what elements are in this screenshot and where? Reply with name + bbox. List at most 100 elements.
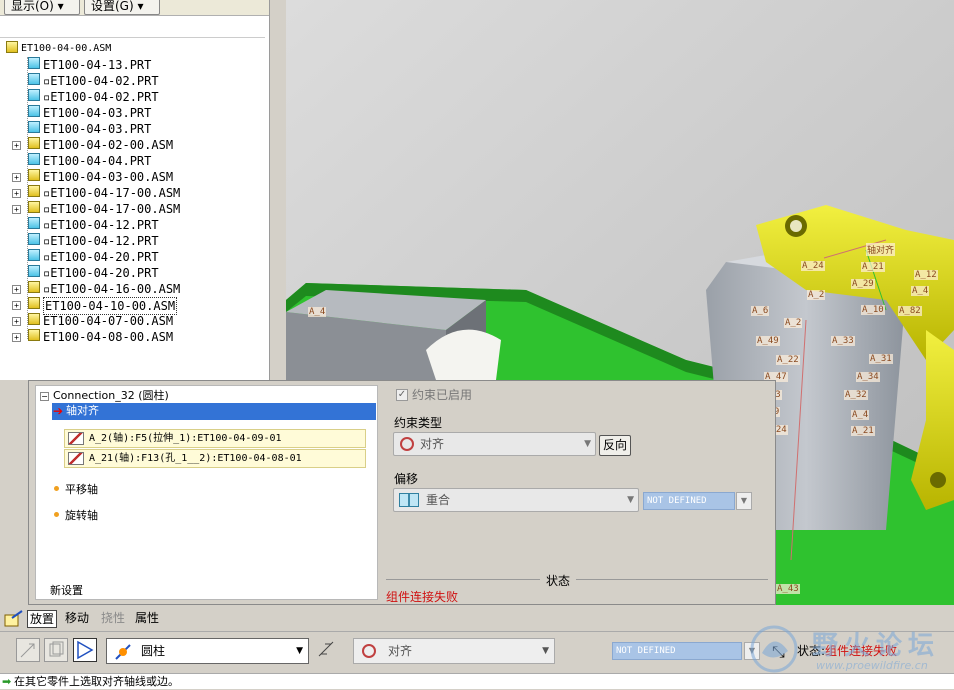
expand-icon[interactable]: + [12, 301, 21, 310]
datum-axis-label[interactable]: A_12 [914, 270, 938, 280]
connection-title: Connection_32 (圆柱) [53, 389, 169, 402]
connection-list[interactable]: − Connection_32 (圆柱) ➔ 轴对齐 A_2(轴):F5(拉伸_1)… [35, 385, 378, 600]
connection-node[interactable]: − Connection_32 (圆柱) [40, 388, 169, 404]
offset-dropdown-icon[interactable]: ▼ [736, 492, 752, 510]
tree-item[interactable]: ET100-04-04.PRT [28, 153, 151, 169]
new-set-link[interactable]: 新设置 [50, 583, 83, 599]
dashboard-constraint-value: 对齐 [388, 644, 413, 658]
tree-item[interactable]: ▫ET100-04-12.PRT [28, 233, 159, 249]
datum-axis-label[interactable]: A_2 [807, 290, 826, 300]
tree-item[interactable]: + ET100-04-03-00.ASM [12, 169, 173, 185]
tree-root[interactable]: ET100-04-00.ASM [6, 41, 111, 57]
datum-axis-label[interactable]: A_2 [784, 318, 803, 328]
expand-icon[interactable]: + [12, 333, 21, 342]
connection-type-select[interactable]: 圆柱 ▼ [106, 638, 309, 664]
tree-item[interactable]: ET100-04-03.PRT [28, 121, 151, 137]
expand-icon[interactable]: + [12, 173, 21, 182]
datum-axis-label[interactable]: A_33 [831, 336, 855, 346]
constraint-enabled-checkbox[interactable]: ✓ 约束已启用 [396, 386, 472, 403]
reference-1[interactable]: A_2(轴):F5(拉伸_1):ET100-04-09-01 [64, 429, 366, 448]
part-icon [28, 121, 40, 133]
tree-item[interactable]: + ET100-04-08-00.ASM [12, 329, 173, 345]
datum-axis-label[interactable]: A_4 [308, 307, 327, 317]
expand-icon[interactable]: + [12, 205, 21, 214]
tab-placement[interactable]: 放置 [27, 610, 58, 628]
tab-properties[interactable]: 属性 [133, 610, 161, 628]
part-icon [28, 249, 40, 261]
tree-item-label: ▫ET100-04-02.PRT [43, 74, 159, 88]
part-icon [28, 105, 40, 117]
chevron-down-icon: ▼ [542, 646, 549, 656]
collapse-icon[interactable]: − [40, 392, 49, 401]
tree-item-label: ET100-04-03.PRT [43, 122, 152, 136]
tree-item[interactable]: ▫ET100-04-20.PRT [28, 249, 159, 265]
connection-mode-button[interactable] [73, 638, 97, 662]
tree-item[interactable]: + ▫ET100-04-17-00.ASM [12, 185, 180, 201]
offset-select[interactable]: 重合 ▼ [393, 488, 639, 512]
datum-axis-label[interactable]: A_4 [911, 286, 930, 296]
tree-item[interactable]: + ET100-04-02-00.ASM [12, 137, 173, 153]
datum-axis-label[interactable]: A_31 [869, 354, 893, 364]
datum-axis-label[interactable]: A_10 [861, 305, 885, 315]
tree-item-label: ET100-04-03.PRT [43, 106, 152, 120]
chevron-down-icon: ▼ [627, 495, 634, 505]
reference-1-label: A_2(轴):F5(拉伸_1):ET100-04-09-01 [89, 433, 282, 444]
rotate-axis-item[interactable]: 旋转轴 [54, 508, 98, 524]
tree-item[interactable]: + ▫ET100-04-16-00.ASM [12, 281, 180, 297]
datum-axis-label[interactable]: A_21 [851, 426, 875, 436]
datum-axis-label[interactable]: A_34 [856, 372, 880, 382]
copy-constraints-button[interactable] [44, 638, 68, 662]
tree-item[interactable]: ET100-04-03.PRT [28, 105, 151, 121]
datum-axis-label[interactable]: A_6 [751, 306, 770, 316]
tree-item[interactable]: ▫ET100-04-20.PRT [28, 265, 159, 281]
datum-axis-label[interactable]: A_4 [851, 410, 870, 420]
datum-axis-label[interactable]: A_29 [851, 279, 875, 289]
datum-axis-label[interactable]: A_22 [776, 355, 800, 365]
tree-item[interactable]: + ET100-04-07-00.ASM [12, 313, 173, 329]
part-icon [28, 265, 40, 277]
expand-icon[interactable]: + [12, 141, 21, 150]
tree-item[interactable]: ▫ET100-04-12.PRT [28, 217, 159, 233]
connection-type-value: 圆柱 [141, 644, 166, 658]
user-defined-set-button[interactable] [16, 638, 40, 662]
assembly-icon [28, 185, 40, 197]
tree-item[interactable]: ▫ET100-04-02.PRT [28, 89, 159, 105]
expand-icon[interactable]: + [12, 285, 21, 294]
tree-item[interactable]: ▫ET100-04-02.PRT [28, 73, 159, 89]
datum-axis-label[interactable]: A_49 [756, 336, 780, 346]
dashboard-offset-field[interactable]: NOT DEFINED [612, 642, 742, 660]
datum-axis-label[interactable]: A_32 [844, 390, 868, 400]
offset-value-field[interactable]: NOT DEFINED [643, 492, 735, 510]
datum-axis-label[interactable]: A_82 [898, 306, 922, 316]
constraint-axis-align[interactable]: ➔ 轴对齐 [52, 403, 376, 420]
cylinder-connection-icon [115, 644, 131, 660]
display-menu-button[interactable]: 显示(O) ▾ [4, 0, 80, 15]
assembly-icon [28, 137, 40, 149]
datum-axis-label[interactable]: A_24 [801, 261, 825, 271]
expand-icon[interactable]: + [12, 189, 21, 198]
tree-item-label: ET100-04-13.PRT [43, 58, 152, 72]
reference-2[interactable]: A_21(轴):F13(孔_1__2):ET100-04-08-01 [64, 449, 366, 468]
placement-mode-icon[interactable] [4, 609, 24, 627]
dashboard-constraint-select[interactable]: 对齐 ▼ [353, 638, 555, 664]
tab-move[interactable]: 移动 [63, 610, 91, 628]
flip-connection-button[interactable] [315, 638, 339, 662]
expand-icon[interactable]: + [12, 317, 21, 326]
tab-flexibility[interactable]: 挠性 [99, 610, 127, 628]
constraint-type-select[interactable]: 对齐 ▼ [393, 432, 596, 456]
settings-menu-button[interactable]: 设置(G) ▾ [84, 0, 160, 15]
datum-axis-label[interactable]: A_21 [861, 262, 885, 272]
tree-item-label: ▫ET100-04-02.PRT [43, 90, 159, 104]
tree-item[interactable]: ET100-04-13.PRT [28, 57, 151, 73]
tree-item-label: ▫ET100-04-16-00.ASM [43, 282, 181, 296]
tree-item[interactable]: + ET100-04-10-00.ASM [12, 297, 178, 315]
status-label: 状态 [540, 572, 577, 589]
datum-axis-label[interactable]: 轴对齐 [866, 243, 896, 256]
tree-item-label: ▫ET100-04-17-00.ASM [43, 186, 181, 200]
datum-axis-label[interactable]: A_43 [776, 584, 800, 594]
tree-item[interactable]: + ▫ET100-04-17-00.ASM [12, 201, 180, 217]
flip-button[interactable]: 反向 [599, 435, 631, 456]
tree-item-label: ▫ET100-04-12.PRT [43, 218, 159, 232]
translate-axis-item[interactable]: 平移轴 [54, 482, 98, 498]
coincident-icon [399, 493, 419, 507]
